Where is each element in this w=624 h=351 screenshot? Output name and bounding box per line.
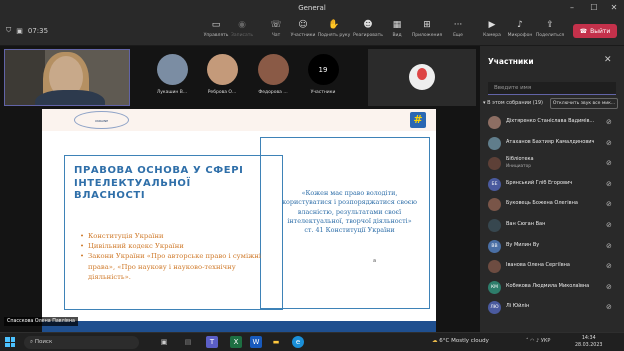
- avatar: [206, 54, 238, 85]
- leave-button[interactable]: ☎ Выйти: [573, 24, 617, 38]
- avatar: [488, 136, 501, 150]
- teams-icon[interactable]: T: [206, 336, 218, 348]
- panel-title: Участники: [488, 57, 534, 66]
- avatar: [409, 64, 435, 90]
- avatar: [156, 54, 188, 85]
- list-item[interactable]: КМ Кобякова Людмила Миколаївна ⊘: [480, 278, 624, 299]
- mic-off-icon: ⊘: [606, 303, 612, 312]
- list-item[interactable]: Атаханов Бахтияр Камалдинович ⊘: [480, 134, 624, 155]
- slide-heading: ПРАВОВА ОСНОВА У СФЕРІ ІНТЕЛЕКТУАЛЬНОЇ В…: [74, 165, 244, 201]
- list-item[interactable]: ВВ Ву Милин Ву ⊘: [480, 237, 624, 258]
- list-item[interactable]: Бібліотека Инициатор ⊘: [480, 154, 624, 175]
- weather-widget[interactable]: ☁ 6°C Mostly cloudy: [432, 338, 489, 344]
- avatar: БЕ: [488, 177, 501, 191]
- maximize-icon[interactable]: ☐: [588, 3, 600, 12]
- language-indicator[interactable]: УКР: [541, 338, 551, 344]
- mic-off-icon: ⊘: [606, 138, 612, 147]
- participant-search[interactable]: [488, 82, 616, 95]
- avatar: [257, 54, 289, 85]
- avatar: [488, 198, 501, 212]
- mic-off-icon: ⊘: [606, 241, 612, 250]
- avatar: [488, 260, 501, 274]
- list-item[interactable]: Іванова Олена Сергіївна ⊘: [480, 257, 624, 278]
- tile-avatar-0: [156, 54, 188, 85]
- taskbar-clock[interactable]: 14:34 28.03.2023: [575, 335, 602, 349]
- mic-off-icon: ⊘: [606, 179, 612, 188]
- participants-panel: Участники ✕ ▾ В этом собрании (19) Отклю…: [480, 46, 624, 332]
- list-item[interactable]: БЕ Брянський Гліб Егорович ⊘: [480, 175, 624, 196]
- title-bar: General – ☐ ✕: [0, 0, 624, 17]
- widgets-icon[interactable]: ▤: [182, 336, 194, 348]
- constitution-quote: «Кожен має право володіти, користуватися…: [282, 189, 417, 235]
- video-tile[interactable]: Лукашин В...: [147, 54, 197, 95]
- task-view-icon[interactable]: ▣: [158, 336, 170, 348]
- bullet-item: Цивільний кодекс України: [80, 241, 270, 251]
- share-button[interactable]: ⇪ Поделиться: [530, 20, 570, 38]
- list-item[interactable]: Буковець Божена Олегівна ⊘: [480, 195, 624, 216]
- shield-icon: ⛉: [6, 26, 12, 34]
- mic-off-icon: ⊘: [606, 118, 612, 126]
- mic-off-icon: ⊘: [606, 220, 612, 229]
- shared-presentation: UKRAINE # ПРАВОВА ОСНОВА У СФЕРІ ІНТЕЛЕК…: [42, 109, 436, 332]
- minimize-icon[interactable]: –: [566, 3, 578, 12]
- slide-bullets: Конституція України Цивільний кодекс Укр…: [80, 231, 270, 282]
- bullet-item: Закони України «Про авторське право і су…: [80, 251, 270, 282]
- close-icon[interactable]: ✕: [608, 3, 620, 12]
- meeting-toolbar: ⛉ ▣ 07:35 ▭ Управлять ◉ Записать ☏ Чат ☺ Уча…: [0, 17, 624, 46]
- avatar: КМ: [488, 280, 501, 294]
- avatar: [488, 218, 501, 232]
- avatar: ВВ: [488, 239, 501, 253]
- avatar: [488, 157, 501, 171]
- mic-off-icon: ⊘: [606, 262, 612, 271]
- video-tile[interactable]: Федорова ...: [248, 54, 298, 95]
- meeting-stage: Лукашин В... Реброва О... Федорова ... 1…: [0, 46, 480, 332]
- active-speaker-video[interactable]: [4, 49, 130, 106]
- edge-icon[interactable]: e: [292, 336, 304, 348]
- list-item[interactable]: Ван Сюган Ван ⊘: [480, 216, 624, 237]
- file-explorer-icon[interactable]: ▬: [270, 336, 282, 348]
- windows-taskbar: ⌕ Поиск ▣ ▤ T X W ▬ e ☁ 6°C Mostly cloud…: [0, 332, 624, 351]
- excel-icon[interactable]: X: [230, 336, 242, 348]
- mute-all-button[interactable]: Отключить звук все мик...: [550, 98, 618, 109]
- search-input[interactable]: [488, 82, 616, 94]
- university-logo: UKRAINE: [74, 111, 129, 129]
- share-icon: ⇪: [546, 20, 554, 30]
- participants-count: 19: [307, 54, 339, 85]
- list-item[interactable]: Діхтяренко Станіслава Вадимів... ⊘: [480, 113, 624, 134]
- hash-logo-icon: #: [410, 112, 426, 128]
- meeting-info-icon[interactable]: ▣: [16, 27, 23, 35]
- avatar: [488, 116, 501, 129]
- participants-count-tile[interactable]: 19 Участники: [298, 54, 348, 95]
- slide-mark: a: [373, 258, 377, 264]
- close-panel-icon[interactable]: ✕: [604, 55, 612, 65]
- mic-off-icon: ⊘: [606, 200, 612, 209]
- system-tray[interactable]: ˄ ◠ ♪ УКР: [526, 338, 550, 344]
- section-toggle[interactable]: ▾ В этом собрании (19): [483, 100, 543, 106]
- presenter-name-label: Спасскова Олена Павлівна: [4, 317, 78, 326]
- avatar: ЛЮ: [488, 301, 501, 315]
- word-icon[interactable]: W: [250, 336, 262, 348]
- pinned-video-tile[interactable]: [368, 49, 476, 106]
- start-button[interactable]: [5, 337, 15, 347]
- bullet-item: Конституція України: [80, 231, 270, 241]
- participant-list: Діхтяренко Станіслава Вадимів... ⊘ Атахан…: [480, 113, 624, 319]
- mic-off-icon: ⊘: [606, 159, 612, 168]
- window-title: General: [298, 4, 326, 12]
- video-tile[interactable]: Реброва О...: [197, 54, 247, 95]
- meeting-timer: 07:35: [27, 26, 49, 35]
- list-item[interactable]: ЛЮ Лі Юйлін ⊘: [480, 298, 624, 319]
- phone-hangup-icon: ☎: [579, 27, 588, 35]
- taskbar-search[interactable]: ⌕ Поиск: [24, 336, 139, 349]
- mic-off-icon: ⊘: [606, 282, 612, 291]
